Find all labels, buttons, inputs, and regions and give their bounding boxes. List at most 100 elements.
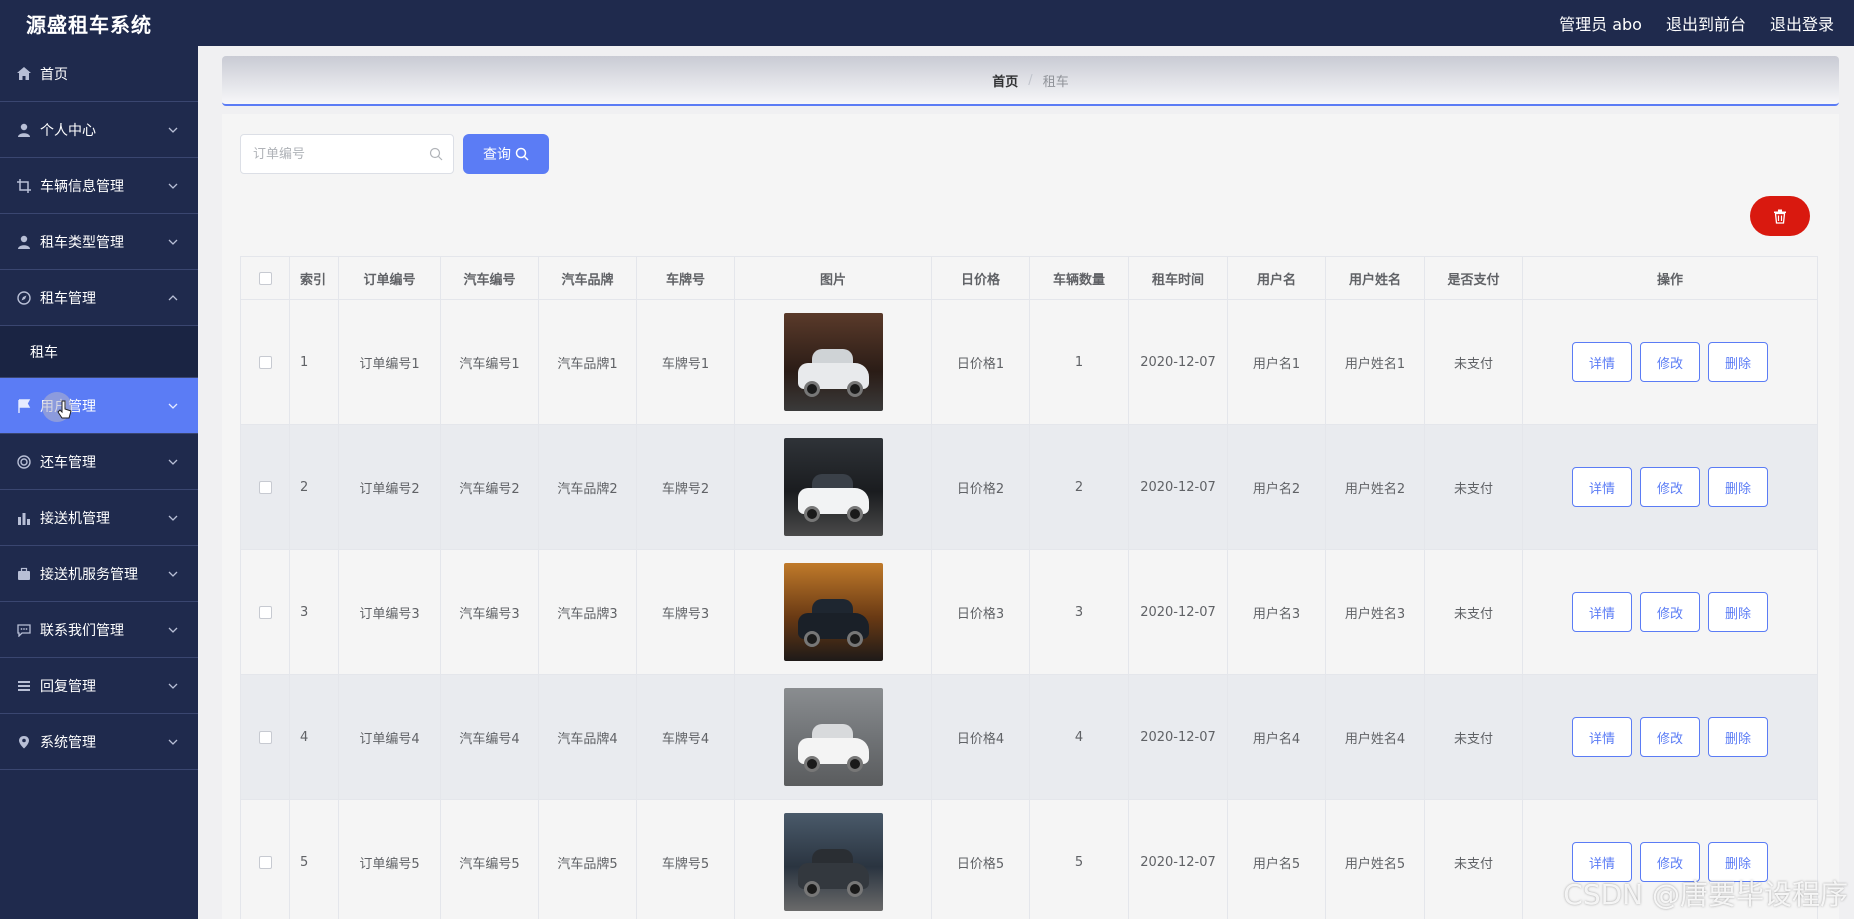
delete-button[interactable]: 删除 (1708, 342, 1768, 382)
cell-rental-time: 2020-12-07 (1129, 550, 1228, 674)
chevron-down-icon (168, 739, 178, 745)
table-row: 4 订单编号4 汽车编号4 汽车品牌4 车牌号4 日价格4 4 2020-12-… (240, 675, 1818, 800)
cell-paid: 未支付 (1425, 300, 1523, 424)
sidebar-item-rental[interactable]: 租车管理 (0, 270, 198, 326)
cell-quantity: 5 (1030, 800, 1129, 919)
cell-rental-time: 2020-12-07 (1129, 800, 1228, 919)
car-photo[interactable] (783, 313, 883, 411)
edit-button[interactable]: 修改 (1640, 717, 1700, 757)
cell-paid: 未支付 (1425, 800, 1523, 919)
header-actions: 操作 (1523, 257, 1818, 299)
cell-paid: 未支付 (1425, 425, 1523, 549)
edit-button[interactable]: 修改 (1640, 467, 1700, 507)
sidebar-item-system[interactable]: 系统管理 (0, 714, 198, 770)
sidebar-item-home[interactable]: 首页 (0, 46, 198, 102)
cell-order-no: 订单编号3 (339, 550, 441, 674)
cell-car-no: 汽车编号5 (441, 800, 539, 919)
sidebar-item-rental-type[interactable]: 租车类型管理 (0, 214, 198, 270)
delete-button[interactable]: 删除 (1708, 467, 1768, 507)
exit-to-front-link[interactable]: 退出到前台 (1666, 11, 1746, 35)
cell-daily-price: 日价格2 (932, 425, 1030, 549)
order-number-search[interactable] (240, 134, 454, 174)
top-bar-actions: 管理员 abo 退出到前台 退出登录 (1559, 11, 1834, 35)
content-panel: 查询 索引 订单编号 汽车编号 汽车品牌 车牌号 图片 日价格 车辆数量 租车时… (222, 114, 1839, 919)
header-quantity: 车辆数量 (1030, 257, 1129, 299)
cell-plate: 车牌号4 (637, 675, 735, 799)
query-button[interactable]: 查询 (463, 134, 549, 174)
sidebar-item-label: 回复管理 (40, 678, 96, 695)
cell-plate: 车牌号1 (637, 300, 735, 424)
sidebar-item-vehicle-info[interactable]: 车辆信息管理 (0, 158, 198, 214)
user-icon (16, 234, 32, 250)
cell-username: 用户名5 (1228, 800, 1326, 919)
detail-button[interactable]: 详情 (1572, 592, 1632, 632)
sidebar-item-reply[interactable]: 回复管理 (0, 658, 198, 714)
cell-daily-price: 日价格3 (932, 550, 1030, 674)
cell-username: 用户名3 (1228, 550, 1326, 674)
cell-actions: 详情 修改 删除 (1523, 550, 1818, 674)
pointer-cursor-icon (57, 400, 72, 419)
delete-button[interactable]: 删除 (1708, 592, 1768, 632)
car-photo[interactable] (783, 813, 883, 911)
sidebar: 首页 个人中心 车辆信息管理 租车类型管理 租车管理 租车 用户管理 (0, 46, 198, 919)
cell-paid: 未支付 (1425, 550, 1523, 674)
search-input[interactable] (253, 146, 423, 162)
search-icon (429, 147, 443, 161)
sidebar-subitem-rental[interactable]: 租车 (0, 326, 198, 378)
detail-button[interactable]: 详情 (1572, 717, 1632, 757)
rental-table: 索引 订单编号 汽车编号 汽车品牌 车牌号 图片 日价格 车辆数量 租车时间 用… (240, 256, 1818, 919)
cell-car-no: 汽车编号1 (441, 300, 539, 424)
row-checkbox[interactable] (258, 855, 272, 869)
breadcrumb-home[interactable]: 首页 (992, 71, 1018, 90)
bar-chart-icon (16, 510, 32, 526)
edit-button[interactable]: 修改 (1640, 342, 1700, 382)
sidebar-item-contact-us[interactable]: 联系我们管理 (0, 602, 198, 658)
target-icon (16, 454, 32, 470)
row-checkbox[interactable] (258, 355, 272, 369)
cell-image (735, 300, 932, 424)
cell-quantity: 3 (1030, 550, 1129, 674)
cell-index: 5 (290, 800, 339, 919)
sidebar-item-airport-service[interactable]: 接送机服务管理 (0, 546, 198, 602)
sidebar-item-label: 系统管理 (40, 734, 96, 751)
cell-actions: 详情 修改 删除 (1523, 675, 1818, 799)
car-photo[interactable] (783, 563, 883, 661)
admin-user-label[interactable]: 管理员 abo (1559, 11, 1642, 35)
row-checkbox[interactable] (258, 730, 272, 744)
sidebar-item-user-management[interactable]: 用户管理 (0, 378, 198, 434)
cell-brand: 汽车品牌4 (539, 675, 637, 799)
user-icon (16, 122, 32, 138)
cell-image (735, 675, 932, 799)
sidebar-item-personal-center[interactable]: 个人中心 (0, 102, 198, 158)
car-photo[interactable] (783, 688, 883, 786)
sidebar-item-label: 还车管理 (40, 454, 96, 471)
batch-delete-button[interactable] (1750, 196, 1810, 236)
row-checkbox[interactable] (258, 605, 272, 619)
cell-index: 2 (290, 425, 339, 549)
cell-order-no: 订单编号2 (339, 425, 441, 549)
cell-image (735, 800, 932, 919)
logout-link[interactable]: 退出登录 (1770, 11, 1834, 35)
row-select-cell (240, 550, 290, 674)
cell-user-fullname: 用户姓名2 (1326, 425, 1425, 549)
cell-daily-price: 日价格1 (932, 300, 1030, 424)
car-photo[interactable] (783, 438, 883, 536)
cell-index: 3 (290, 550, 339, 674)
cell-image (735, 425, 932, 549)
cell-brand: 汽车品牌5 (539, 800, 637, 919)
select-all-checkbox[interactable] (258, 271, 272, 285)
detail-button[interactable]: 详情 (1572, 342, 1632, 382)
cell-car-no: 汽车编号3 (441, 550, 539, 674)
chevron-down-icon (168, 627, 178, 633)
sidebar-item-airport-transfer[interactable]: 接送机管理 (0, 490, 198, 546)
top-bar: 源盛租车系统 管理员 abo 退出到前台 退出登录 (0, 0, 1854, 46)
cell-index: 4 (290, 675, 339, 799)
sidebar-item-return[interactable]: 还车管理 (0, 434, 198, 490)
detail-button[interactable]: 详情 (1572, 467, 1632, 507)
crop-icon (16, 178, 32, 194)
breadcrumb: 首页 / 租车 (222, 56, 1839, 106)
cell-brand: 汽车品牌1 (539, 300, 637, 424)
edit-button[interactable]: 修改 (1640, 592, 1700, 632)
delete-button[interactable]: 删除 (1708, 717, 1768, 757)
row-checkbox[interactable] (258, 480, 272, 494)
